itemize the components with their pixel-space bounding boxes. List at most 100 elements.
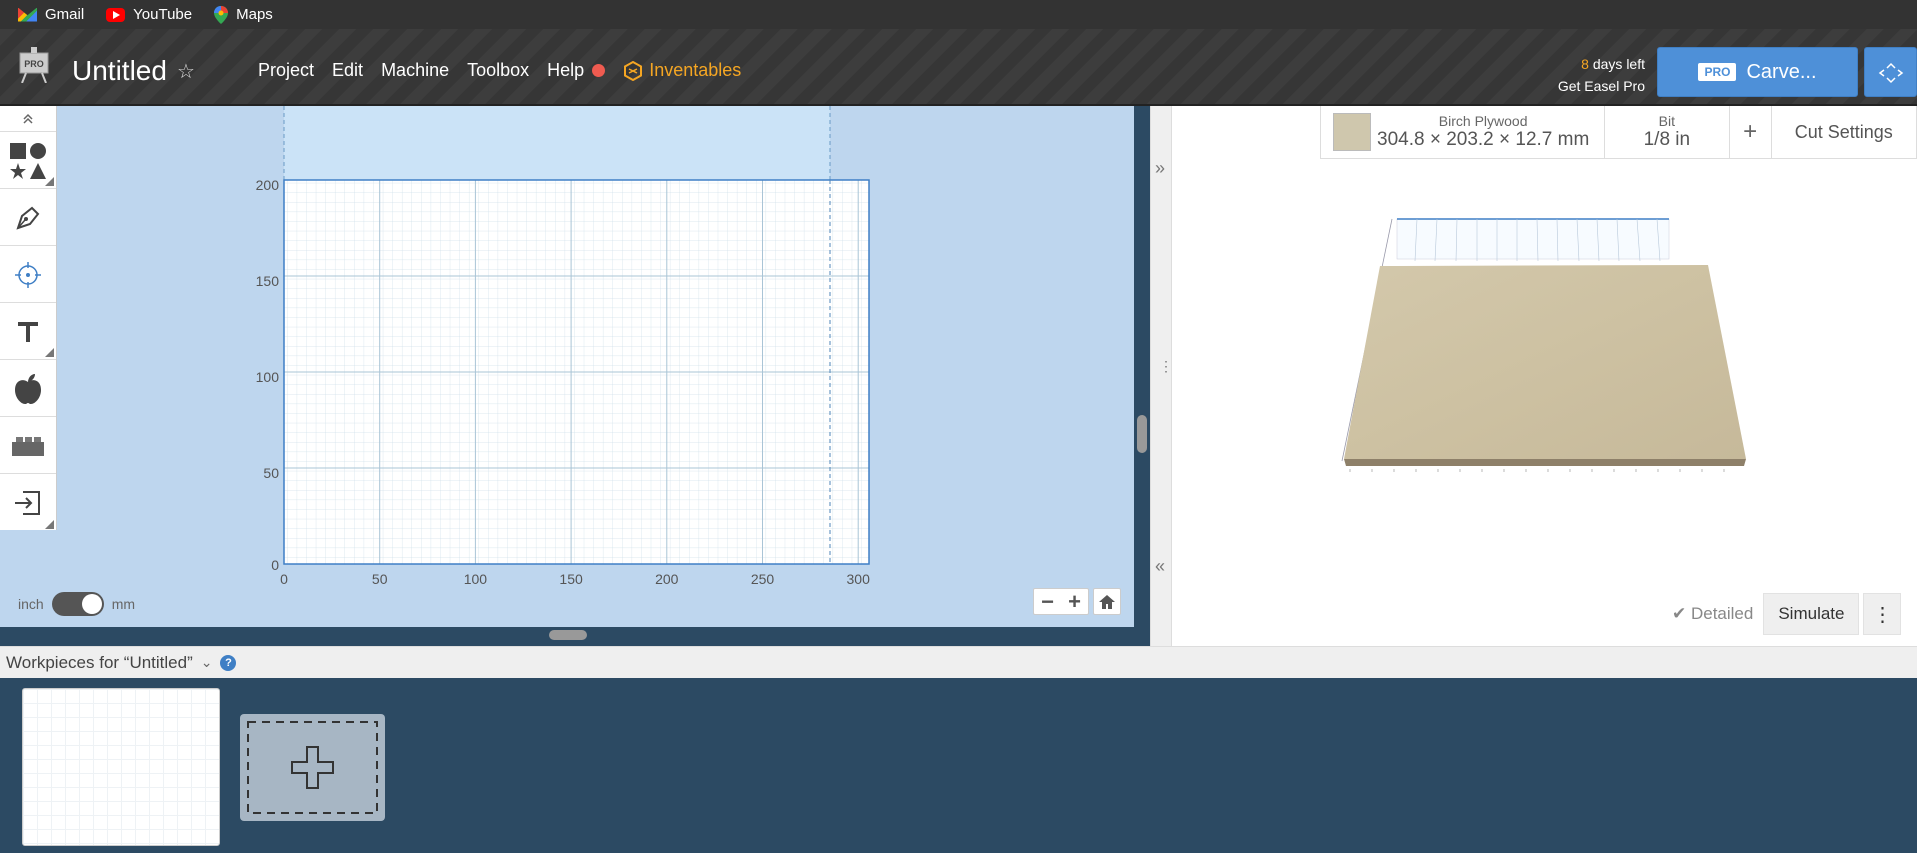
zoom-controls: − + bbox=[1033, 588, 1121, 615]
vertical-scrollbar[interactable] bbox=[1137, 415, 1147, 453]
bookmark-youtube[interactable]: YouTube bbox=[106, 6, 192, 23]
simulate-button[interactable]: Simulate bbox=[1763, 593, 1860, 635]
zoom-in-button[interactable]: + bbox=[1061, 589, 1088, 615]
preview-render bbox=[1341, 218, 1746, 472]
x-tick-label: 0 bbox=[280, 571, 288, 587]
3d-preview[interactable] bbox=[1172, 106, 1917, 646]
material-dimensions: 304.8 × 203.2 × 12.7 mm bbox=[1377, 129, 1590, 150]
get-pro-link[interactable]: Get Easel Pro bbox=[1545, 75, 1645, 97]
x-tick-label: 300 bbox=[847, 571, 871, 587]
unit-mm-label: mm bbox=[111, 596, 136, 612]
bit-value: 1/8 in bbox=[1643, 129, 1691, 150]
expand-right-icon[interactable]: » bbox=[1155, 158, 1165, 179]
chevron-up-icon bbox=[23, 113, 33, 124]
menu-edit[interactable]: Edit bbox=[332, 60, 363, 81]
menu-machine[interactable]: Machine bbox=[381, 60, 449, 81]
carve-label: Carve... bbox=[1746, 60, 1817, 83]
apple-icon bbox=[15, 373, 41, 404]
workpieces-header[interactable]: Workpieces for “Untitled” ⌄ ? bbox=[0, 646, 1917, 678]
x-tick-label: 100 bbox=[464, 571, 488, 587]
tool-icons[interactable] bbox=[0, 361, 56, 417]
app-header: PRO Untitled ☆ Project Edit Machine Tool… bbox=[0, 29, 1917, 106]
design-canvas[interactable]: 200 150 100 50 0 0 50 100 150 200 250 30… bbox=[0, 106, 1134, 627]
easel-logo-icon[interactable]: PRO bbox=[18, 47, 50, 83]
unit-switch[interactable] bbox=[51, 592, 104, 616]
material-name: Birch Plywood bbox=[1438, 113, 1528, 129]
unit-toggle[interactable]: inch mm bbox=[18, 592, 135, 616]
youtube-icon bbox=[106, 7, 126, 22]
tool-import[interactable] bbox=[0, 475, 56, 531]
main-menu: Project Edit Machine Toolbox Help Invent… bbox=[258, 60, 741, 81]
notification-dot bbox=[592, 64, 606, 77]
x-tick-label: 250 bbox=[751, 571, 775, 587]
maps-icon bbox=[214, 5, 229, 24]
collapse-toolbar-button[interactable] bbox=[0, 106, 56, 132]
chevron-down-icon[interactable]: ⌄ bbox=[201, 654, 213, 671]
tool-pen[interactable] bbox=[0, 190, 56, 246]
expand-button[interactable] bbox=[1864, 47, 1917, 97]
submenu-corner bbox=[45, 348, 54, 357]
tool-text[interactable] bbox=[0, 304, 56, 360]
tool-shapes[interactable] bbox=[0, 133, 56, 189]
bookmark-gmail[interactable]: Gmail bbox=[18, 6, 84, 23]
trial-info[interactable]: 8 days left Get Easel Pro bbox=[1545, 53, 1645, 97]
zoom-out-button[interactable]: − bbox=[1034, 589, 1061, 615]
material-swatch bbox=[1333, 113, 1371, 151]
more-options-icon[interactable]: ⋮ bbox=[1863, 593, 1902, 635]
machine-bed bbox=[1396, 218, 1670, 260]
panel-divider[interactable]: » ⋮ « bbox=[1150, 106, 1173, 646]
shapes-icon bbox=[10, 142, 46, 179]
inventables-icon bbox=[624, 60, 643, 81]
zoom-buttons: − + bbox=[1033, 588, 1089, 615]
cut-settings-button[interactable]: Cut Settings bbox=[1772, 106, 1917, 158]
trial-days: 8 bbox=[1581, 56, 1589, 72]
help-icon[interactable]: ? bbox=[220, 654, 237, 671]
import-icon bbox=[15, 491, 40, 515]
carve-button[interactable]: PRO Carve... bbox=[1657, 47, 1858, 97]
project-title[interactable]: Untitled bbox=[72, 55, 167, 87]
y-tick-label: 200 bbox=[256, 177, 280, 193]
star-icon[interactable]: ☆ bbox=[177, 59, 195, 84]
apps-block-icon bbox=[12, 436, 44, 456]
tool-point[interactable] bbox=[0, 247, 56, 303]
workpieces-title: Workpieces for “Untitled” bbox=[6, 652, 193, 672]
simulate-controls: ✔ Detailed Simulate ⋮ bbox=[1672, 593, 1902, 635]
detailed-toggle[interactable]: ✔ Detailed bbox=[1672, 604, 1753, 624]
add-workpiece-button[interactable] bbox=[240, 714, 385, 821]
unit-inch-label: inch bbox=[18, 596, 44, 612]
inventables-link[interactable]: Inventables bbox=[623, 60, 741, 81]
x-tick-label: 200 bbox=[655, 571, 679, 587]
trial-text: days left bbox=[1592, 56, 1645, 72]
workpiece-thumbnail[interactable] bbox=[22, 688, 220, 846]
tool-apps[interactable] bbox=[0, 418, 56, 474]
y-tick-label: 0 bbox=[271, 557, 279, 573]
x-tick-label: 150 bbox=[559, 571, 583, 587]
tool-sidebar bbox=[0, 106, 57, 530]
submenu-corner bbox=[45, 177, 54, 186]
menu-project[interactable]: Project bbox=[258, 60, 314, 81]
bookmark-label: Maps bbox=[236, 6, 273, 23]
bit-label: Bit bbox=[1658, 113, 1676, 129]
bookmark-maps[interactable]: Maps bbox=[214, 5, 273, 24]
y-tick-label: 150 bbox=[256, 273, 280, 289]
home-view-button[interactable] bbox=[1093, 588, 1121, 615]
bookmark-label: Gmail bbox=[45, 6, 85, 23]
expand-left-icon[interactable]: « bbox=[1155, 556, 1165, 577]
bit-selector[interactable]: Bit 1/8 in bbox=[1605, 106, 1730, 158]
logo-badge: PRO bbox=[24, 59, 44, 69]
crosshair-icon bbox=[15, 261, 41, 288]
bed-area bbox=[284, 106, 830, 180]
detailed-label: Detailed bbox=[1690, 604, 1754, 623]
menu-help[interactable]: Help bbox=[547, 60, 584, 81]
material-selector[interactable]: Birch Plywood 304.8 × 203.2 × 12.7 mm bbox=[1321, 106, 1606, 158]
add-bit-button[interactable]: + bbox=[1730, 106, 1772, 158]
drag-handle-icon[interactable]: ⋮ bbox=[1159, 358, 1173, 375]
board-edge bbox=[1344, 459, 1746, 466]
gmail-icon bbox=[18, 7, 37, 22]
canvas-grid: 200 150 100 50 0 0 50 100 150 200 250 30… bbox=[256, 106, 871, 587]
bookmarks-bar: Gmail YouTube Maps bbox=[0, 0, 1917, 29]
menu-toolbox[interactable]: Toolbox bbox=[467, 60, 529, 81]
horizontal-scrollbar[interactable] bbox=[549, 630, 587, 640]
inventables-label: Inventables bbox=[649, 60, 742, 80]
material-panel: Birch Plywood 304.8 × 203.2 × 12.7 mm Bi… bbox=[1320, 106, 1917, 159]
